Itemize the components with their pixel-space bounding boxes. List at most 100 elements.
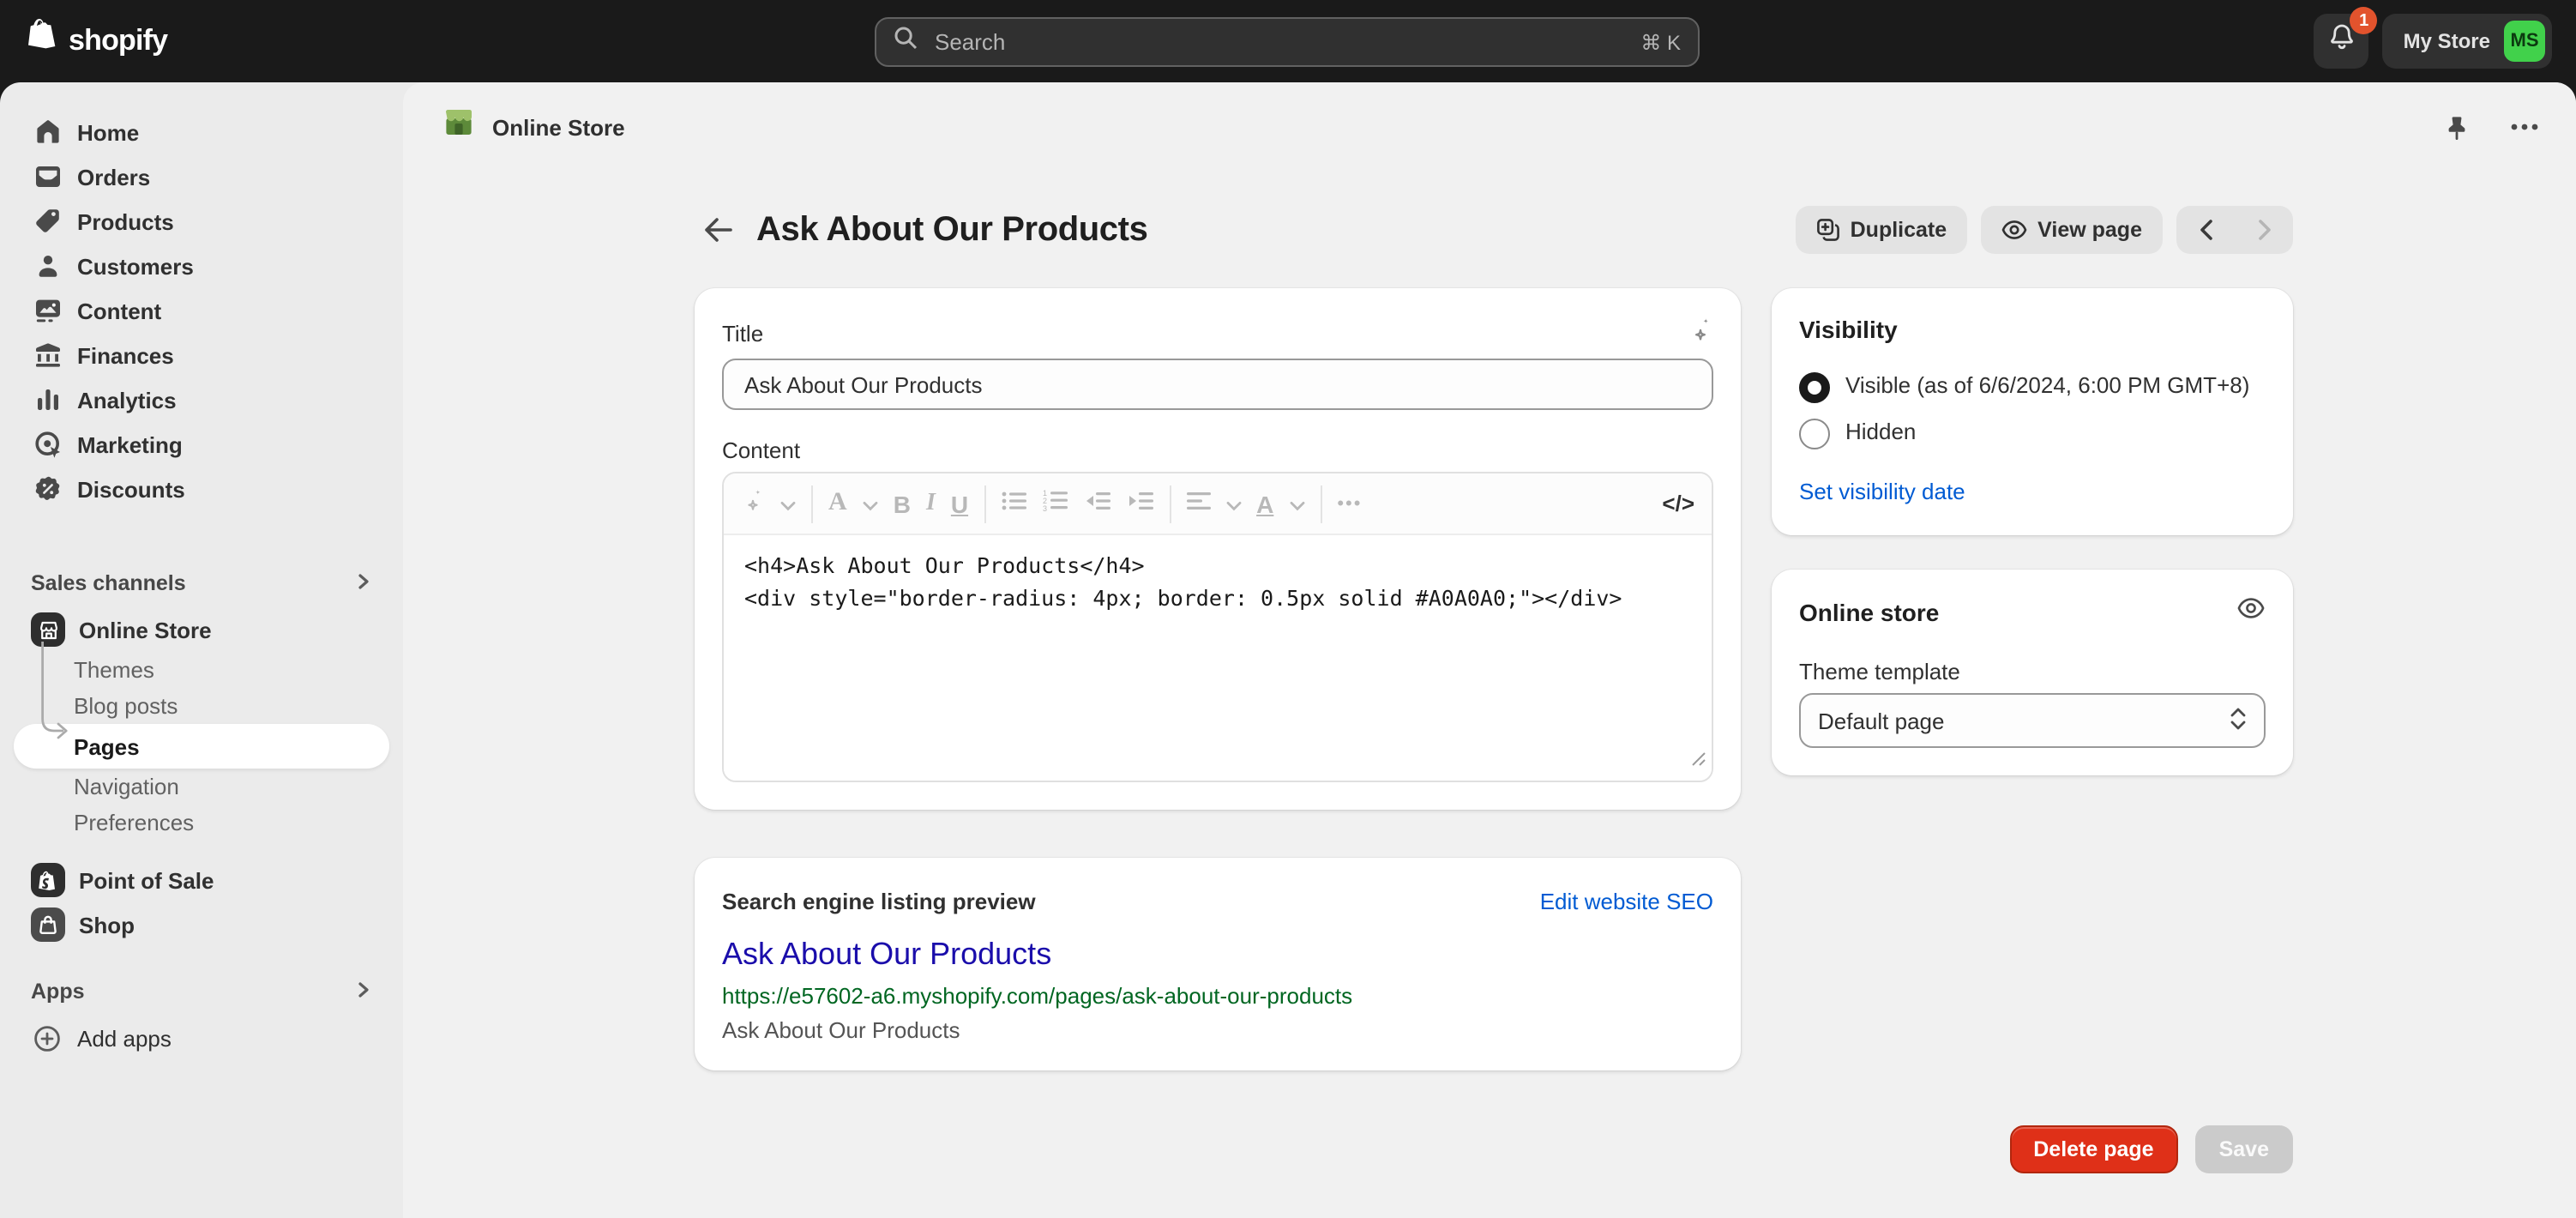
sidebar-item-label: Online Store [79,617,212,642]
content-code-textarea[interactable]: <h4>Ask About Our Products</h4> <div sty… [724,535,1712,781]
text-style-button[interactable]: A [828,491,847,516]
hidden-radio-option[interactable]: Hidden [1799,417,2266,449]
page-edit-card: Title Content [695,288,1741,810]
sidebar-item-products[interactable]: Products [14,199,389,244]
sidebar-item-point-of-sale[interactable]: Point of Sale [14,858,389,902]
edit-website-seo-link[interactable]: Edit website SEO [1540,888,1713,914]
sidebar-item-online-store[interactable]: Online Store [14,607,389,652]
chevron-down-icon[interactable] [863,488,878,519]
apps-header[interactable]: Apps [14,974,389,1009]
sidebar-item-add-apps[interactable]: Add apps [14,1016,389,1060]
sidebar-item-themes[interactable]: Themes [14,652,389,688]
toolbar-divider [811,485,813,522]
store-menu-button[interactable]: My Store MS [2383,14,2552,69]
shopify-logo[interactable]: shopify [24,16,167,66]
apps-label: Apps [31,980,85,1004]
set-visibility-date-link[interactable]: Set visibility date [1799,479,1965,504]
context-title: Online Store [492,114,625,140]
chevron-left-icon [2198,220,2213,240]
numbered-list-button[interactable]: 123 [1042,488,1068,519]
sidebar-item-orders[interactable]: Orders [14,154,389,199]
more-formatting-button[interactable]: ••• [1337,493,1362,514]
sidebar-item-customers[interactable]: Customers [14,244,389,288]
notifications-button[interactable]: 1 [2314,14,2369,69]
title-input[interactable] [722,359,1713,410]
shop-icon [31,907,65,942]
store-name: My Store [2404,29,2490,53]
code-view-button[interactable]: </> [1662,491,1694,516]
ai-sparkle-icon[interactable] [741,486,765,521]
sidebar-item-analytics[interactable]: Analytics [14,377,389,422]
store-avatar: MS [2504,21,2545,62]
sidebar-item-shop[interactable]: Shop [14,902,389,947]
sidebar-item-discounts[interactable]: Discounts [14,467,389,511]
sidebar-item-marketing[interactable]: Marketing [14,422,389,467]
main-canvas: Online Store Ask About Our Product [403,82,2576,1218]
theme-template-select[interactable]: Default page [1799,693,2266,748]
delete-page-button[interactable]: Delete page [2009,1125,2177,1173]
outdent-button[interactable] [1083,488,1110,519]
hidden-radio-label: Hidden [1845,417,1916,449]
sidebar-item-content[interactable]: Content [14,288,389,333]
next-page-button[interactable] [2235,206,2293,254]
back-button[interactable] [695,206,743,254]
italic-button[interactable]: I [926,491,936,516]
resize-handle[interactable] [1691,745,1706,775]
chevron-down-icon[interactable] [1289,488,1304,519]
ai-sparkle-icon[interactable] [1688,316,1713,352]
radio-selected-icon[interactable] [1799,372,1830,403]
indent-button[interactable] [1126,488,1153,519]
chevron-down-icon[interactable] [780,488,796,519]
search-icon [894,26,918,58]
sub-item-label: Pages [74,733,140,759]
sidebar-item-label: Products [77,208,174,234]
sidebar-item-finances[interactable]: Finances [14,333,389,377]
save-button[interactable]: Save [2195,1125,2293,1173]
alignment-button[interactable] [1186,488,1210,519]
home-icon [31,116,63,148]
search-input[interactable] [931,27,1627,57]
chevron-right-icon [2256,220,2272,240]
sidebar-item-label: Shop [79,912,135,938]
global-search[interactable]: ⌘ K [875,17,1700,67]
sidebar-item-preferences[interactable]: Preferences [14,805,389,841]
sidebar-item-pages[interactable]: Pages [14,724,389,769]
arrow-left-icon [703,216,734,244]
bold-button[interactable]: B [894,491,911,516]
previous-page-button[interactable] [2176,206,2235,254]
text-color-button[interactable]: A [1256,491,1273,516]
visible-radio-option[interactable]: Visible (as of 6/6/2024, 6:00 PM GMT+8) [1799,371,2266,403]
pin-icon [2443,114,2469,140]
point-of-sale-icon [31,863,65,897]
sidebar-item-blog-posts[interactable]: Blog posts [14,688,389,724]
more-options-button[interactable] [2501,105,2549,149]
radio-unselected-icon[interactable] [1799,419,1830,449]
sidebar-item-label: Marketing [77,431,183,457]
toolbar-divider [1169,485,1171,522]
duplicate-icon [1816,218,1840,242]
sidebar-item-label: Content [77,298,161,323]
sidebar-item-home[interactable]: Home [14,110,389,154]
view-page-button[interactable]: View page [1981,206,2163,254]
chevron-right-icon [355,571,372,595]
bullet-list-button[interactable] [1001,488,1026,519]
bank-icon [31,339,63,371]
online-store-heading: Online store [1799,599,1939,626]
eye-icon[interactable] [2236,597,2266,628]
visibility-heading: Visibility [1799,316,2266,343]
chevron-right-icon [355,980,372,1004]
svg-text:3: 3 [1042,503,1046,510]
chevron-down-icon[interactable] [1225,488,1241,519]
pin-button[interactable] [2432,105,2480,149]
tag-icon [31,205,63,238]
sub-item-label: Blog posts [74,693,178,719]
seo-result-title[interactable]: Ask About Our Products [722,937,1713,974]
topbar: shopify ⌘ K 1 My Store MS [0,0,2576,82]
duplicate-button[interactable]: Duplicate [1796,206,1968,254]
shopify-wordmark: shopify [69,24,167,58]
sales-channels-header[interactable]: Sales channels [14,566,389,600]
toolbar-divider [984,485,985,522]
sidebar-item-label: Point of Sale [79,867,214,893]
sidebar-item-navigation[interactable]: Navigation [14,769,389,805]
underline-button[interactable]: U [951,491,968,516]
